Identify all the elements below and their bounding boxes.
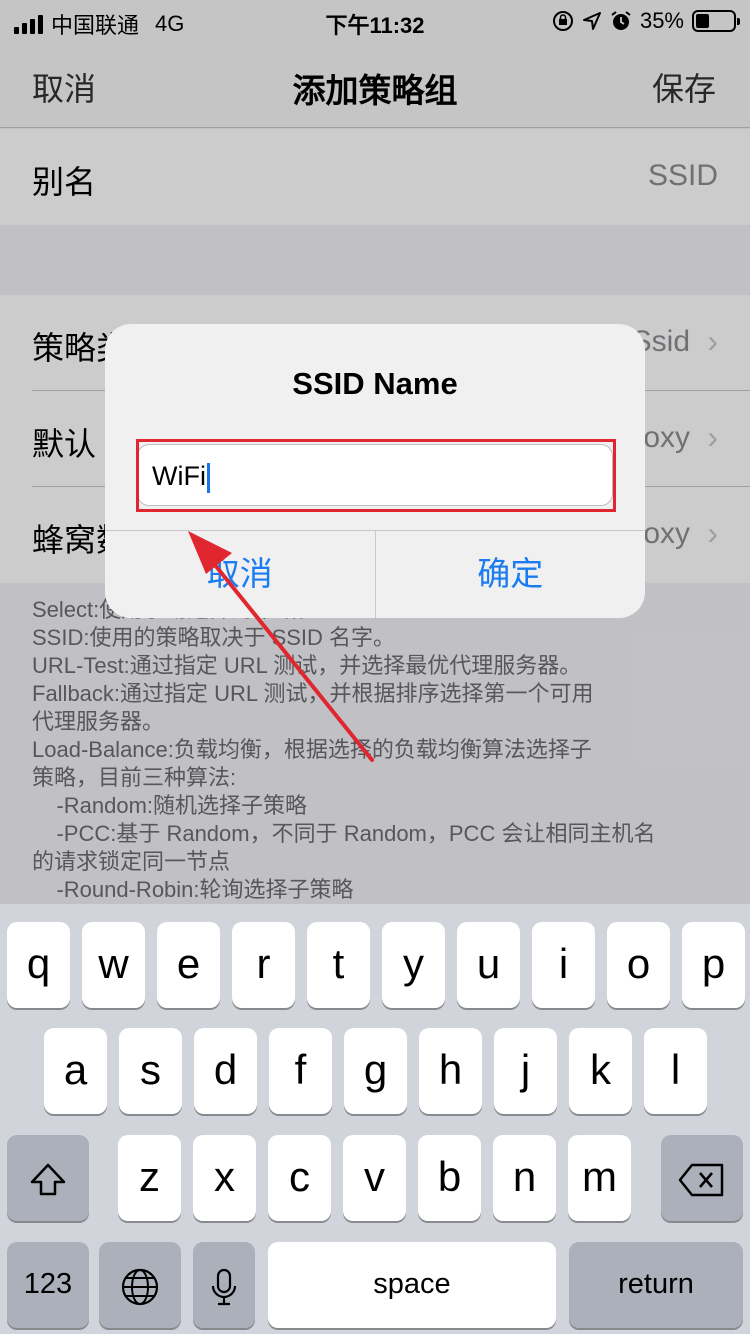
globe-key[interactable] [99, 1242, 181, 1328]
annotation-highlight-box [136, 439, 616, 512]
key-s[interactable]: s [119, 1028, 182, 1114]
key-z[interactable]: z [118, 1135, 181, 1221]
key-f[interactable]: f [269, 1028, 332, 1114]
key-c[interactable]: c [268, 1135, 331, 1221]
key-n[interactable]: n [493, 1135, 556, 1221]
globe-icon [121, 1268, 159, 1306]
key-d[interactable]: d [194, 1028, 257, 1114]
key-l[interactable]: l [644, 1028, 707, 1114]
key-a[interactable]: a [44, 1028, 107, 1114]
key-b[interactable]: b [418, 1135, 481, 1221]
microphone-icon [211, 1268, 237, 1306]
dictation-key[interactable] [193, 1242, 255, 1328]
key-o[interactable]: o [607, 922, 670, 1008]
key-i[interactable]: i [532, 922, 595, 1008]
key-v[interactable]: v [343, 1135, 406, 1221]
shift-icon [30, 1163, 66, 1196]
shift-key[interactable] [7, 1135, 89, 1221]
key-j[interactable]: j [494, 1028, 557, 1114]
key-h[interactable]: h [419, 1028, 482, 1114]
key-y[interactable]: y [382, 922, 445, 1008]
delete-key[interactable] [661, 1135, 743, 1221]
key-q[interactable]: q [7, 922, 70, 1008]
key-k[interactable]: k [569, 1028, 632, 1114]
alert-cancel-button[interactable]: 取消 [105, 531, 376, 618]
key-p[interactable]: p [682, 922, 745, 1008]
key-m[interactable]: m [568, 1135, 631, 1221]
key-w[interactable]: w [82, 922, 145, 1008]
alert-button-row: 取消 确定 [105, 530, 645, 618]
keyboard: qwertyuiop asdfghjkl zxcvbnm 123 space r… [0, 904, 750, 1334]
key-r[interactable]: r [232, 922, 295, 1008]
key-e[interactable]: e [157, 922, 220, 1008]
key-t[interactable]: t [307, 922, 370, 1008]
key-u[interactable]: u [457, 922, 520, 1008]
return-key[interactable]: return [569, 1242, 743, 1328]
alert-title: SSID Name [292, 366, 458, 401]
key-g[interactable]: g [344, 1028, 407, 1114]
numbers-key[interactable]: 123 [7, 1242, 89, 1328]
space-key[interactable]: space [268, 1242, 556, 1328]
alert-confirm-button[interactable]: 确定 [376, 531, 646, 618]
backspace-icon [678, 1163, 724, 1197]
key-x[interactable]: x [193, 1135, 256, 1221]
